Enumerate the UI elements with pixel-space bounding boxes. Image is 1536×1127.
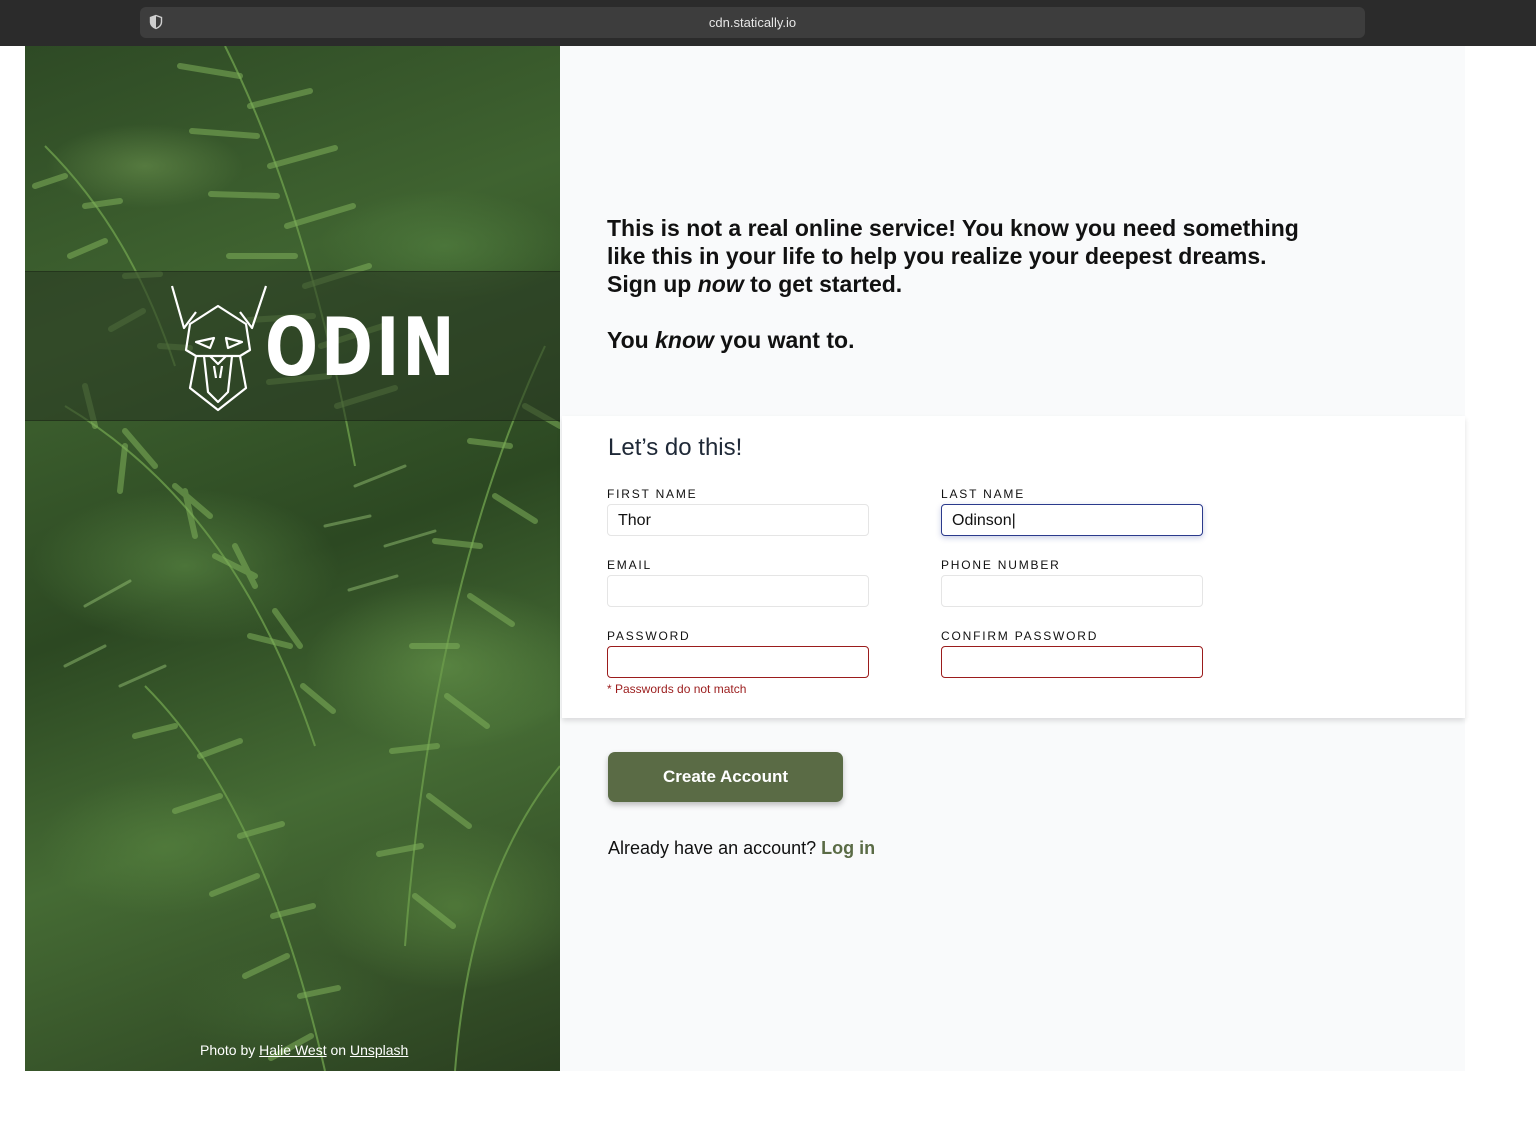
confirm-password-group: CONFIRM PASSWORD bbox=[941, 629, 1203, 678]
intro-line-2-head: You bbox=[607, 327, 649, 353]
confirm-password-label: CONFIRM PASSWORD bbox=[941, 629, 1099, 643]
password-label: PASSWORD bbox=[607, 629, 691, 643]
last-name-label: LAST NAME bbox=[941, 487, 1025, 501]
credit-site-link[interactable]: Unsplash bbox=[350, 1042, 408, 1058]
url-text: cdn.statically.io bbox=[708, 15, 797, 30]
intro-paragraph-1: This is not a real online service! You k… bbox=[607, 214, 1307, 298]
form-title: Let’s do this! bbox=[608, 434, 743, 461]
intro-paragraph-2: You know you want to. bbox=[607, 326, 1307, 354]
email-input[interactable] bbox=[607, 575, 869, 607]
first-name-label: FIRST NAME bbox=[607, 487, 698, 501]
last-name-input[interactable]: Odinson| bbox=[941, 504, 1203, 536]
signup-page: ODIN Photo by Halie West on Unsplash Thi… bbox=[25, 46, 1465, 1071]
create-account-button[interactable]: Create Account bbox=[608, 752, 843, 802]
photo-credit: Photo by Halie West on Unsplash bbox=[200, 1042, 408, 1058]
email-group: EMAIL bbox=[607, 558, 869, 607]
first-name-group: FIRST NAME Thor bbox=[607, 487, 869, 536]
credit-middle: on bbox=[330, 1042, 347, 1058]
browser-toolbar: cdn.statically.io bbox=[0, 0, 1536, 46]
intro-text: This is not a real online service! You k… bbox=[607, 214, 1307, 354]
phone-label: PHONE NUMBER bbox=[941, 558, 1061, 572]
password-input[interactable] bbox=[607, 646, 869, 678]
first-name-input[interactable]: Thor bbox=[607, 504, 869, 536]
intro-emphasis-know: know bbox=[655, 327, 714, 353]
password-group: PASSWORD * Passwords do not match bbox=[607, 629, 869, 696]
login-prompt-text: Already have an account? bbox=[608, 838, 817, 858]
logo-wordmark: ODIN bbox=[265, 301, 458, 394]
signup-form: Let’s do this! FIRST NAME Thor LAST NAME… bbox=[562, 416, 1465, 718]
confirm-password-input[interactable] bbox=[941, 646, 1203, 678]
intro-line-2-tail: you want to. bbox=[720, 327, 855, 353]
phone-input[interactable] bbox=[941, 575, 1203, 607]
credit-author-link[interactable]: Halie West bbox=[259, 1042, 326, 1058]
last-name-group: LAST NAME Odinson| bbox=[941, 487, 1203, 536]
login-prompt: Already have an account? Log in bbox=[608, 838, 875, 859]
address-bar[interactable]: cdn.statically.io bbox=[140, 7, 1365, 38]
login-link[interactable]: Log in bbox=[821, 838, 875, 858]
email-label: EMAIL bbox=[607, 558, 653, 572]
hero-image: ODIN Photo by Halie West on Unsplash bbox=[25, 46, 560, 1071]
viking-helmet-icon bbox=[170, 285, 268, 412]
intro-line-1-tail: to get started. bbox=[750, 271, 903, 297]
credit-prefix: Photo by bbox=[200, 1042, 256, 1058]
phone-group: PHONE NUMBER bbox=[941, 558, 1203, 607]
intro-emphasis-now: now bbox=[697, 271, 744, 297]
password-error: * Passwords do not match bbox=[607, 682, 747, 696]
fern-background-image bbox=[32, 46, 560, 1071]
